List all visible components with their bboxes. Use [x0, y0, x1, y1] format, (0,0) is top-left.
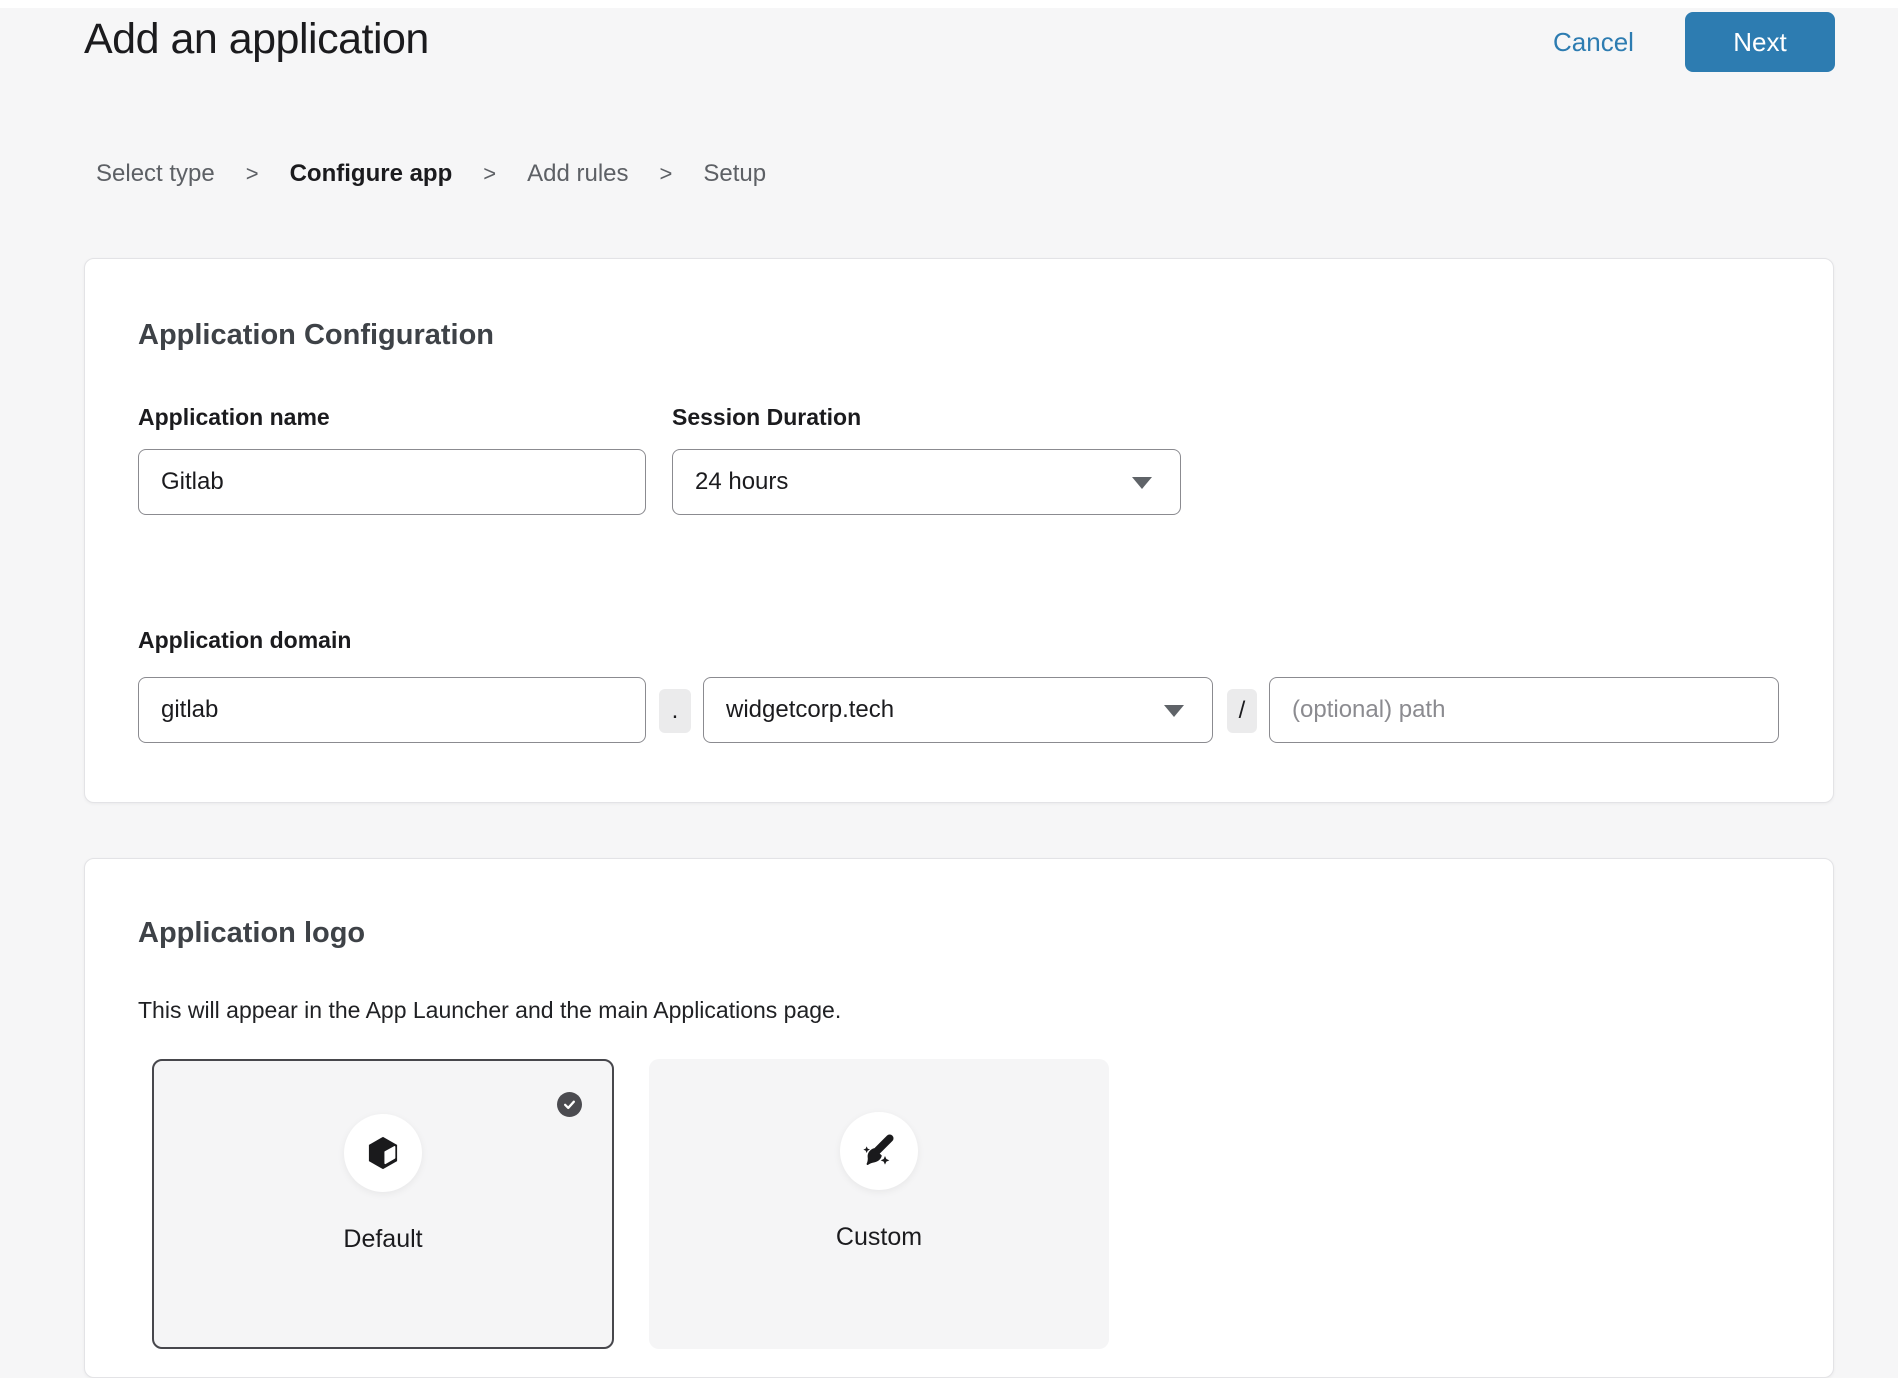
application-configuration-card: Application Configuration Application na… [84, 258, 1834, 803]
breadcrumb: Select type > Configure app > Add rules … [96, 160, 766, 188]
logo-option-default[interactable]: Default [152, 1059, 614, 1349]
application-domain-label: Application domain [138, 625, 351, 655]
logo-description: This will appear in the App Launcher and… [138, 995, 841, 1025]
next-button[interactable]: Next [1685, 12, 1835, 72]
logo-option-custom[interactable]: Custom [649, 1059, 1109, 1349]
chevron-down-icon [1132, 477, 1152, 489]
breadcrumb-step-add-rules[interactable]: Add rules [527, 160, 628, 188]
application-name-input[interactable] [138, 449, 646, 515]
breadcrumb-separator: > [246, 161, 259, 187]
session-duration-select[interactable]: 24 hours [672, 449, 1181, 515]
path-input[interactable] [1269, 677, 1779, 743]
logo-option-label: Default [154, 1223, 612, 1255]
domain-dot-separator: . [659, 689, 691, 733]
logo-option-label: Custom [649, 1221, 1109, 1253]
paintbrush-icon [840, 1112, 918, 1190]
breadcrumb-separator: > [483, 161, 496, 187]
cube-icon [344, 1114, 422, 1192]
selected-check-icon [557, 1092, 582, 1117]
breadcrumb-step-setup[interactable]: Setup [703, 160, 766, 188]
cancel-button[interactable]: Cancel [1553, 25, 1634, 59]
domain-select-value: widgetcorp.tech [726, 696, 894, 724]
chevron-down-icon [1164, 705, 1184, 717]
domain-select[interactable]: widgetcorp.tech [703, 677, 1213, 743]
session-duration-label: Session Duration [672, 402, 861, 432]
page-title: Add an application [84, 10, 429, 68]
application-logo-card: Application logo This will appear in the… [84, 858, 1834, 1378]
application-configuration-heading: Application Configuration [138, 317, 494, 353]
application-name-label: Application name [138, 402, 330, 432]
breadcrumb-step-select-type[interactable]: Select type [96, 160, 215, 188]
breadcrumb-separator: > [660, 161, 673, 187]
session-duration-value: 24 hours [695, 468, 788, 496]
application-logo-heading: Application logo [138, 915, 365, 951]
breadcrumb-step-configure-app[interactable]: Configure app [290, 160, 453, 188]
top-strip [0, 0, 1898, 8]
domain-slash-separator: / [1227, 689, 1257, 733]
subdomain-input[interactable] [138, 677, 646, 743]
